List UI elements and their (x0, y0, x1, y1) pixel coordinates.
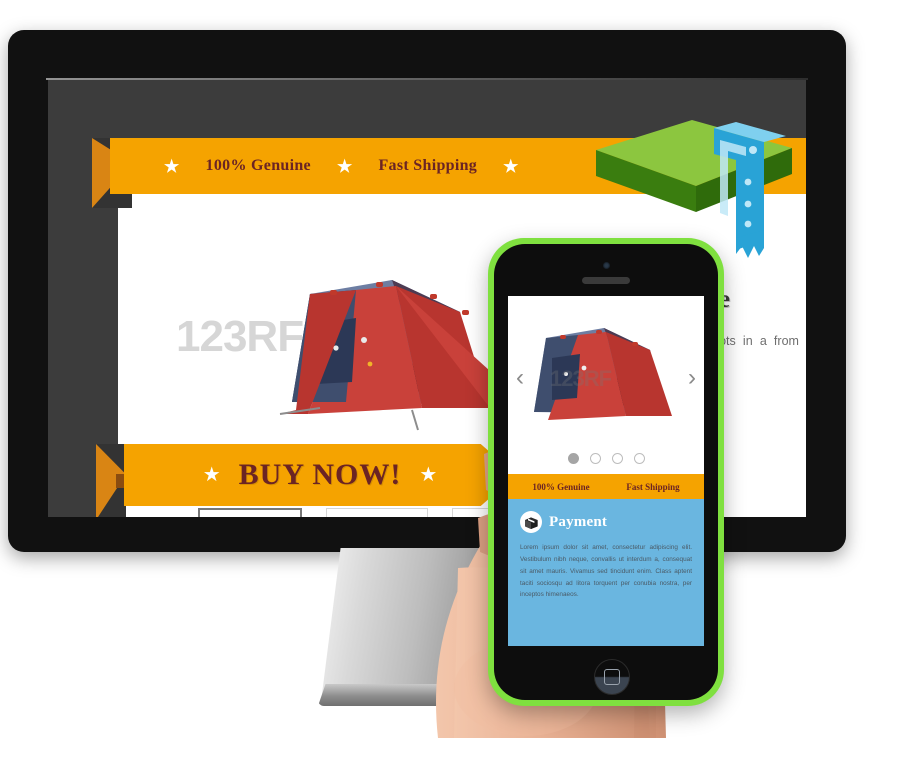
goggles-thumbnail[interactable] (326, 508, 428, 517)
home-button[interactable] (594, 659, 630, 695)
buy-now-label: BUY NOW! (238, 458, 402, 491)
payment-title: Payment (549, 513, 608, 530)
mobile-product-carousel: 123RF ‹ › (508, 296, 704, 474)
carousel-dot-2[interactable] (589, 453, 601, 464)
carousel-dot-3[interactable] (611, 453, 623, 464)
payment-section: Payment Lorem ipsum dolor sit amet, cons… (508, 499, 704, 646)
payment-description: Lorem ipsum dolor sit amet, consectetur … (520, 544, 692, 599)
buy-now-button[interactable]: ★ BUY NOW! ★ (124, 444, 516, 506)
mockup-stage: ★ 100% Genuine ★ Fast Shipping ★ 123RF i… (0, 0, 920, 763)
carousel-dots (508, 453, 704, 464)
promo-ribbon: ★ 100% Genuine ★ Fast Shipping ★ (110, 138, 806, 194)
star-icon: ★ (164, 156, 180, 176)
star-icon: ★ (503, 156, 519, 176)
carousel-dot-4[interactable] (633, 453, 645, 464)
star-icon: ★ (419, 464, 438, 486)
star-icon: ★ (202, 464, 221, 486)
home-square-icon (604, 669, 620, 685)
star-icon: ★ (336, 156, 353, 176)
mobile-promo-genuine-label: 100% Genuine (532, 481, 590, 492)
earpiece-speaker (582, 277, 630, 284)
carousel-prev-button[interactable]: ‹ (516, 366, 524, 390)
front-camera-icon (603, 262, 610, 269)
tent-thumbnail[interactable] (198, 508, 302, 517)
promo-genuine-label: 100% Genuine (205, 157, 311, 174)
carousel-dot-1[interactable] (567, 453, 579, 464)
phone-screen: 123RF ‹ › 100% Genuine Fast Shipping Pay… (508, 296, 704, 646)
smartphone: 123RF ‹ › 100% Genuine Fast Shipping Pay… (488, 238, 724, 706)
package-icon (520, 511, 542, 533)
mobile-promo-shipping-label: Fast Shipping (626, 481, 680, 492)
phone-body: 123RF ‹ › 100% Genuine Fast Shipping Pay… (494, 244, 718, 700)
mobile-image-watermark: 123RF (550, 366, 612, 391)
image-watermark: 123RF (176, 312, 304, 361)
mobile-promo-ribbon: 100% Genuine Fast Shipping (508, 474, 704, 499)
carousel-next-button[interactable]: › (688, 366, 696, 390)
promo-shipping-label: Fast Shipping (378, 157, 478, 174)
payment-header: Payment (520, 511, 692, 533)
cta-ribbon-tail (96, 444, 126, 517)
